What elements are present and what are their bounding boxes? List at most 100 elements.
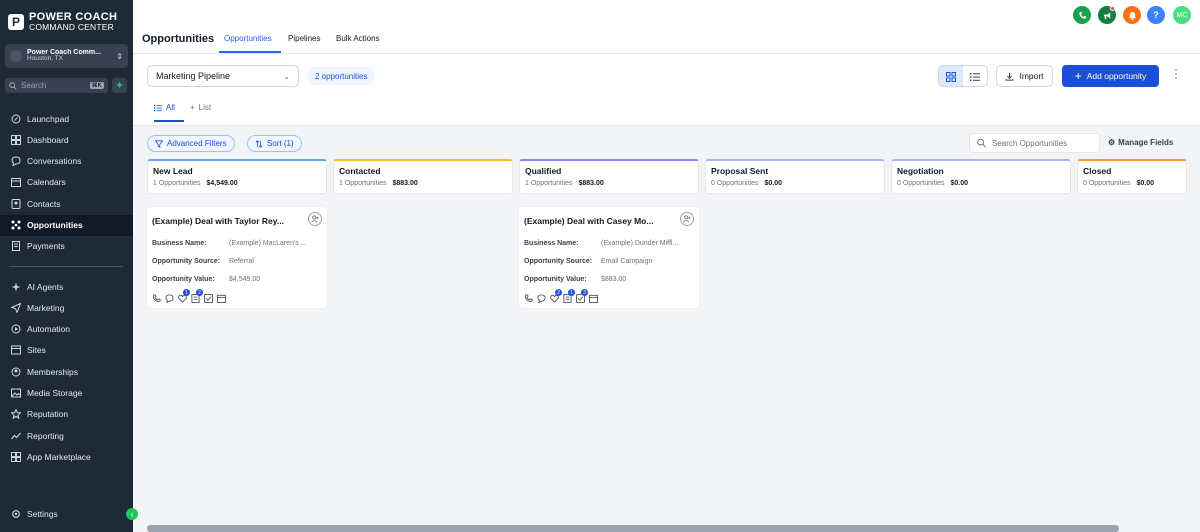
field-label: Opportunity Source:	[152, 258, 221, 265]
help-button[interactable]: ?	[1147, 6, 1165, 24]
task-icon[interactable]	[204, 294, 213, 303]
chat-icon[interactable]	[537, 294, 546, 303]
account-switcher[interactable]: Power Coach Comm... Houston, TX ⇕	[5, 44, 128, 68]
sidebar-item-contacts[interactable]: Contacts	[0, 193, 133, 214]
manage-fields-button[interactable]: ⚙ Manage Fields	[1108, 138, 1173, 147]
import-label: Import	[1019, 71, 1044, 81]
calendar-icon[interactable]	[217, 294, 226, 303]
chat-icon	[11, 156, 21, 167]
quick-action-button[interactable]: ✦	[112, 78, 127, 93]
chevron-down-icon: ⌄	[283, 71, 290, 81]
stage-count: 0 Opportunities	[1083, 180, 1131, 187]
sidebar-item-launchpad[interactable]: Launchpad	[0, 108, 133, 129]
sidebar-item-label: Payments	[27, 241, 65, 252]
subtab-add-list[interactable]: + List	[190, 103, 211, 112]
count-badge: 1	[568, 289, 575, 296]
sidebar-item-ai-agents[interactable]: AI Agents	[0, 276, 133, 297]
sidebar-item-label: Contacts	[27, 198, 61, 209]
search-opportunities-field[interactable]	[969, 133, 1100, 153]
more-options-icon[interactable]: ⋮	[1170, 68, 1182, 80]
add-opportunity-button[interactable]: + Add opportunity	[1062, 65, 1159, 87]
payments-icon	[11, 241, 21, 252]
sidebar-item-reputation[interactable]: Reputation	[0, 404, 133, 425]
phone-button[interactable]	[1073, 6, 1091, 24]
opportunity-count-badge: 2 opportunities	[307, 67, 376, 85]
grid-icon	[946, 72, 956, 82]
tab-bulk-actions[interactable]: Bulk Actions	[336, 34, 380, 43]
view-toggle	[938, 65, 988, 87]
opportunity-title[interactable]: (Example) Deal with Casey Mo...	[524, 216, 653, 226]
heart-icon[interactable]: 2	[550, 289, 562, 303]
sidebar-item-dashboard[interactable]: Dashboard	[0, 129, 133, 150]
sidebar-item-label: Reporting	[27, 430, 64, 441]
import-button[interactable]: Import	[996, 65, 1053, 87]
stage-count: 1 Opportunities	[339, 180, 387, 187]
assign-user-icon[interactable]	[308, 212, 322, 226]
sidebar-item-settings[interactable]: Settings	[0, 503, 133, 524]
sidebar-item-conversations[interactable]: Conversations	[0, 151, 133, 172]
note-icon[interactable]: 2	[191, 289, 203, 303]
task-icon[interactable]: 3	[576, 289, 588, 303]
user-avatar[interactable]: MC	[1173, 6, 1191, 24]
advanced-filters-button[interactable]: Advanced Filters	[147, 135, 235, 152]
sidebar-item-marketing[interactable]: Marketing	[0, 297, 133, 318]
sidebar-item-label: Dashboard	[27, 134, 69, 145]
automation-icon	[11, 324, 21, 334]
subtab-all[interactable]: All	[154, 103, 175, 112]
sidebar-item-label: Automation	[27, 324, 70, 335]
sort-button[interactable]: Sort (1)	[247, 135, 302, 152]
subtab-all-label: All	[166, 103, 175, 112]
announcements-button[interactable]	[1098, 6, 1116, 24]
logo-mark: P	[8, 13, 24, 30]
board-view-button[interactable]	[939, 66, 963, 86]
sidebar-item-reporting[interactable]: Reporting	[0, 425, 133, 446]
notifications-button[interactable]	[1123, 6, 1141, 24]
stage-column-new-lead: New Lead 1 Opportunities $4,549.00	[147, 159, 327, 194]
phone-icon[interactable]	[152, 294, 161, 303]
sidebar-item-opportunities[interactable]: Opportunities	[0, 214, 133, 236]
opportunity-card[interactable]: (Example) Deal with Taylor Rey... Busines…	[147, 207, 327, 308]
search-opportunities-input[interactable]	[992, 138, 1092, 148]
tab-opportunities[interactable]: Opportunities	[224, 34, 272, 43]
list-icon	[154, 104, 162, 111]
sidebar-item-sites[interactable]: Sites	[0, 340, 133, 361]
opportunity-field-row: Opportunity Value: $883.00	[524, 276, 626, 283]
sidebar-item-memberships[interactable]: Memberships	[0, 361, 133, 382]
stage-summary: 0 Opportunities $0.00	[1083, 180, 1181, 187]
sidebar-item-label: Memberships	[27, 366, 79, 377]
add-opportunity-label: Add opportunity	[1086, 71, 1147, 81]
calendar-icon[interactable]	[589, 294, 598, 303]
note-icon[interactable]: 1	[563, 289, 575, 303]
horizontal-scrollbar[interactable]	[147, 525, 1119, 532]
sidebar-item-label: Calendars	[27, 177, 66, 188]
pipeline-select[interactable]: Marketing Pipeline ⌄	[147, 65, 299, 87]
phone-icon[interactable]	[524, 294, 533, 303]
media-icon	[11, 388, 21, 398]
stage-amount: $0.00	[950, 180, 969, 187]
sidebar-item-payments[interactable]: Payments	[0, 236, 133, 257]
stage-amount: $883.00	[578, 180, 604, 187]
collapse-sidebar-button[interactable]: ‹	[126, 508, 138, 520]
stage-name: New Lead	[153, 166, 193, 176]
tab-pipelines[interactable]: Pipelines	[288, 34, 320, 43]
list-icon	[970, 73, 980, 81]
stage-name: Negotiation	[897, 166, 944, 176]
top-bar: Opportunities Opportunities Pipelines Bu…	[133, 0, 1200, 54]
chat-icon[interactable]	[165, 294, 174, 303]
sidebar-item-media-storage[interactable]: Media Storage	[0, 383, 133, 404]
opportunity-field-row: Opportunity Source: Referral	[152, 258, 254, 265]
opportunity-title[interactable]: (Example) Deal with Taylor Rey...	[152, 216, 284, 226]
opportunity-field-row: Opportunity Value: $4,549.00	[152, 276, 260, 283]
assign-user-icon[interactable]	[680, 212, 694, 226]
sidebar-item-calendars[interactable]: Calendars	[0, 172, 133, 193]
heart-icon[interactable]: 1	[178, 289, 190, 303]
sidebar-item-automation[interactable]: Automation	[0, 319, 133, 340]
pipeline-select-value: Marketing Pipeline	[156, 71, 231, 81]
list-view-button[interactable]	[963, 66, 987, 86]
opportunity-card[interactable]: (Example) Deal with Casey Mo... Business …	[519, 207, 699, 308]
sidebar-search-placeholder: Search	[21, 81, 47, 90]
stage-column-proposal-sent: Proposal Sent 0 Opportunities $0.00	[705, 159, 885, 194]
brand-logo[interactable]: P POWER COACH COMMAND CENTER	[8, 12, 117, 32]
sidebar-item-app-marketplace[interactable]: App Marketplace	[0, 446, 133, 467]
sidebar-search[interactable]: Search ⌘K	[5, 78, 108, 93]
